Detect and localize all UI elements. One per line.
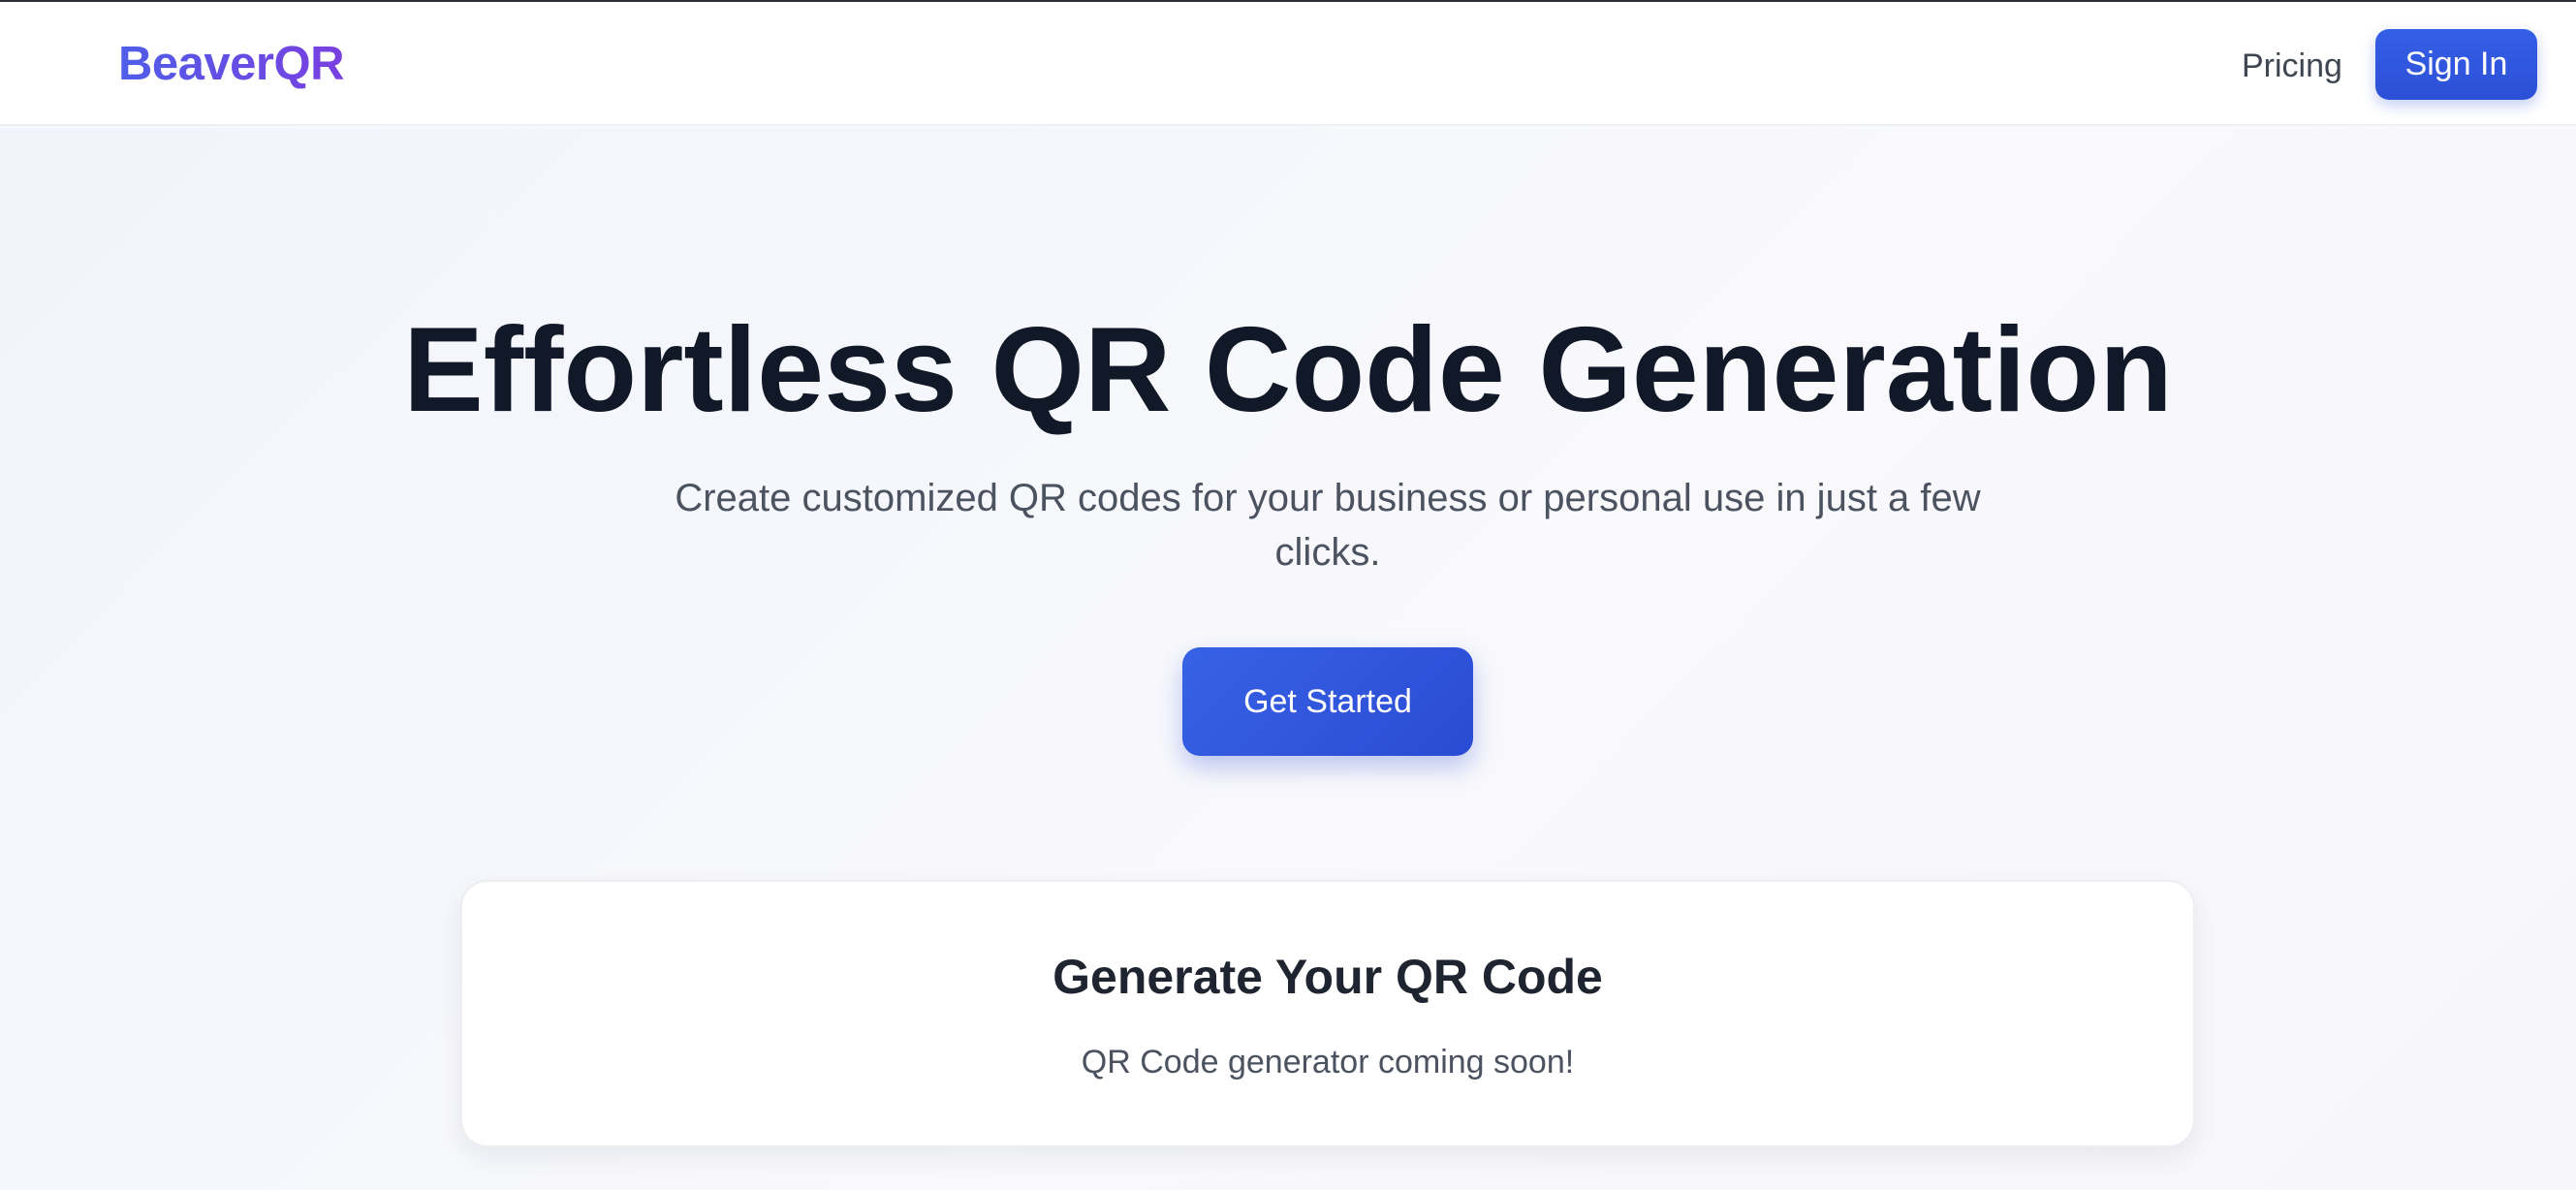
hero-subtitle: Create customized QR codes for your busi… xyxy=(675,477,1981,574)
brand-logo[interactable]: BeaverQR xyxy=(118,35,344,93)
get-started-button[interactable]: Get Started xyxy=(1182,647,1473,756)
hero-title: Effortless QR Code Generation xyxy=(403,303,2173,437)
hero-section: Effortless QR Code Generation Create cus… xyxy=(0,128,2576,1190)
card-title: Generate Your QR Code xyxy=(1052,950,1603,1004)
coming-soon-message: QR Code generator coming soon! xyxy=(1081,1044,1575,1080)
sign-in-button[interactable]: Sign In xyxy=(2375,29,2537,100)
qr-generator-card: Generate Your QR Code QR Code generator … xyxy=(460,880,2195,1147)
nav-link-pricing[interactable]: Pricing xyxy=(2242,43,2342,89)
top-navbar: BeaverQR Pricing Sign In xyxy=(0,2,2576,126)
